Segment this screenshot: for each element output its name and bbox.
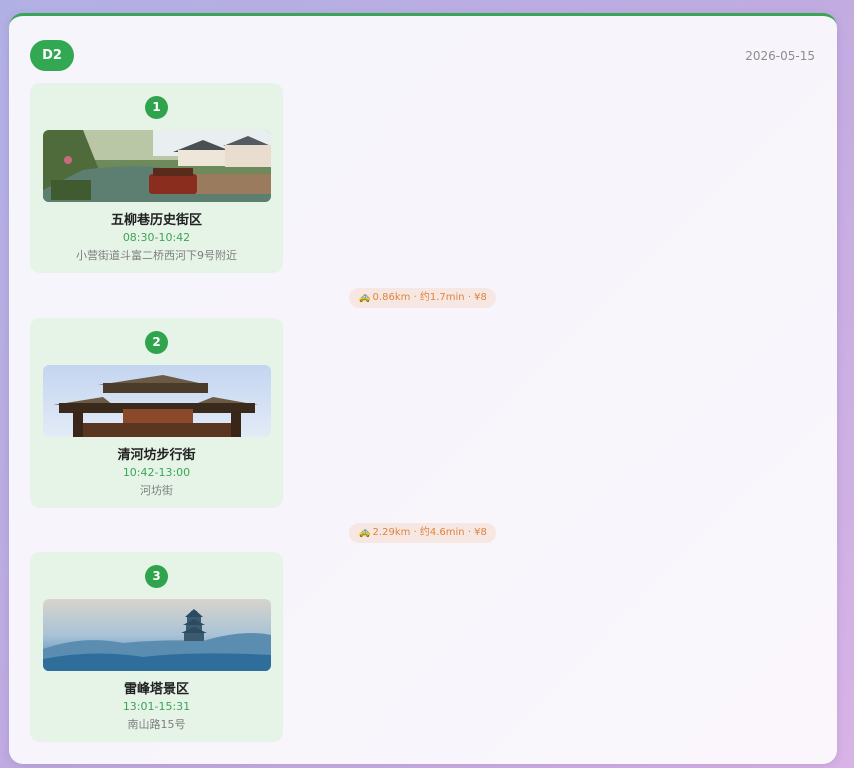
stop-time: 13:01-15:31	[122, 700, 191, 713]
stop-name: 清河坊步行街	[117, 448, 196, 463]
transit-text: 0.86km · 约1.7min · ¥8	[372, 292, 487, 303]
car-icon: 🚕	[358, 292, 371, 303]
day-itinerary-panel: D2 2026-05-15 1 五柳巷历史街区 08:30-10:42 小营街道…	[9, 13, 837, 764]
transit-badge: 🚕 2.29km · 约4.6min · ¥8	[349, 523, 496, 543]
stop-name: 五柳巷历史街区	[110, 213, 202, 228]
day-badge[interactable]: D2	[30, 40, 74, 71]
pagoda-image	[43, 599, 271, 671]
archway-image	[43, 365, 271, 437]
stop-card[interactable]: 1 五柳巷历史街区 08:30-10:42 小营街道斗富二桥西河下9号附近	[30, 83, 283, 273]
stop-photo[interactable]	[43, 599, 271, 671]
transit-badge: 🚕 0.86km · 约1.7min · ¥8	[349, 288, 496, 308]
stop-name: 雷峰塔景区	[123, 682, 189, 697]
stop-address: 小营街道斗富二桥西河下9号附近	[76, 249, 237, 262]
transit-text: 2.29km · 约4.6min · ¥8	[372, 527, 487, 538]
stop-address: 南山路15号	[127, 718, 186, 731]
stop-photo[interactable]	[43, 130, 271, 202]
stop-address: 河坊街	[140, 484, 173, 497]
stop-card[interactable]: 2 清河坊步行街 10:42-13:00 河坊街	[30, 318, 283, 508]
stop-photo[interactable]	[43, 365, 271, 437]
canal-street-image	[43, 130, 271, 202]
stop-number: 2	[145, 331, 168, 354]
stop-time: 08:30-10:42	[122, 231, 191, 244]
day-date: 2026-05-15	[745, 49, 815, 63]
stop-time: 10:42-13:00	[122, 466, 191, 479]
stop-number: 1	[145, 96, 168, 119]
car-icon: 🚕	[358, 527, 371, 538]
stop-number: 3	[145, 565, 168, 588]
stop-card[interactable]: 3 雷峰塔景区 13:01-15:31 南山路15号	[30, 552, 283, 742]
